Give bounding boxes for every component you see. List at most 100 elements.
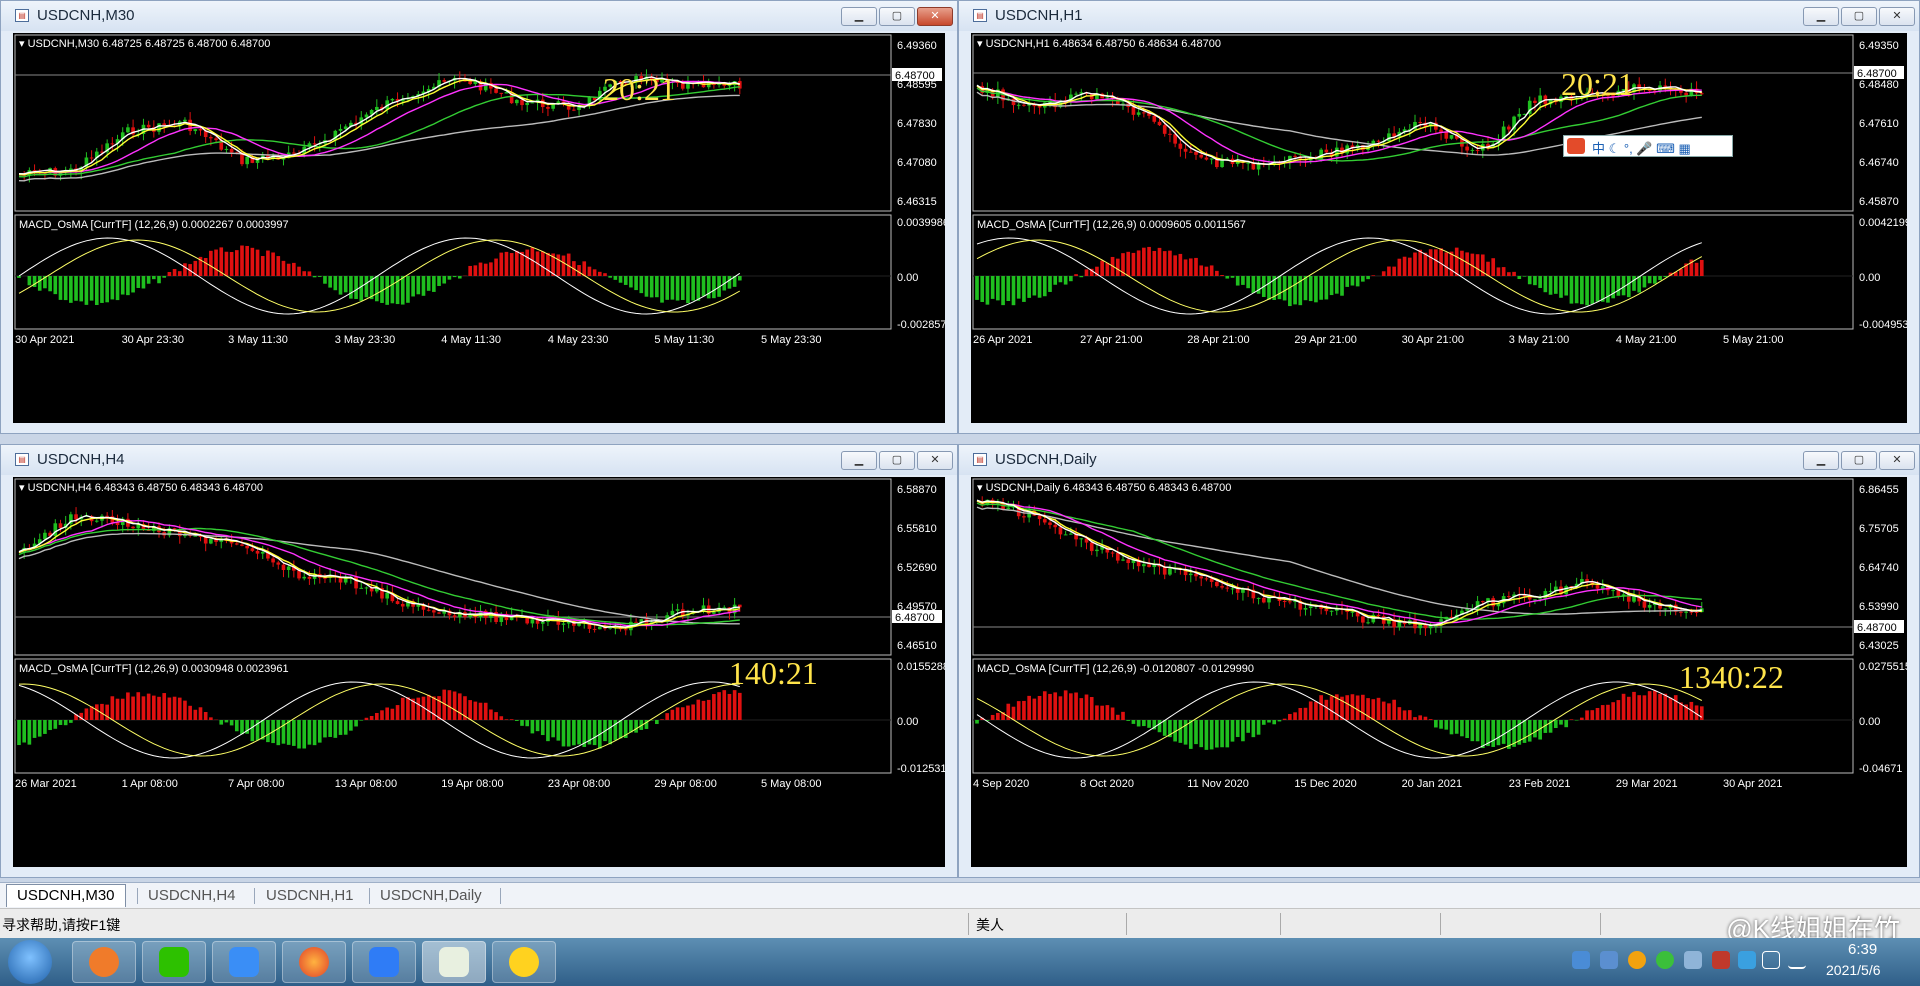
chart-area[interactable]: ▾ USDCNH,M30 6.48725 6.48725 6.48700 6.4… [13,33,945,423]
macd-bar [468,265,472,276]
maximize-button[interactable]: ▢ [1841,451,1877,470]
minimize-button[interactable]: ▁ [1803,7,1839,26]
maximize-button[interactable]: ▢ [879,451,915,470]
tab-usdcnh-h1[interactable]: USDCNH,H1 [256,885,364,907]
tray-icon[interactable] [1628,951,1646,969]
candle-body [1136,112,1141,115]
macd-bar [1032,698,1037,720]
price-axis-label: 6.47610 [1859,118,1899,130]
macd-bar [1606,276,1610,303]
macd-bar [1027,695,1031,720]
taskbar-app-button[interactable] [142,941,206,983]
macd-bar [530,720,535,734]
macd-bar [1256,720,1261,735]
tray-icon[interactable] [1738,951,1756,969]
macd-bar [1136,250,1141,276]
maximize-button[interactable]: ▢ [879,7,915,26]
window-titlebar[interactable]: ▤ USDCNH,H4 ▁ ▢ ✕ [1,445,957,475]
macd-bar [1428,249,1433,276]
tab-usdcnh-h4[interactable]: USDCNH,H4 [138,885,246,907]
taskbar-app-button[interactable] [352,941,416,983]
macd-bar [1616,276,1621,296]
close-button[interactable]: ✕ [917,7,953,26]
macd-bar [1595,707,1600,720]
volume-icon[interactable] [1762,951,1780,969]
candle-body [1069,533,1073,535]
candle-body [1204,578,1209,580]
macd-bar [1131,252,1136,276]
shield-icon[interactable] [1600,951,1618,969]
macd-bar [209,250,213,276]
macd-bar [680,707,685,720]
macd-bar [53,276,58,295]
candle-body [1533,100,1537,104]
tray-icon[interactable] [1572,951,1590,969]
tab-usdcnh-daily[interactable]: USDCNH,Daily [370,885,492,907]
macd-bar [1100,260,1104,276]
candle-body [1329,610,1334,612]
candle-body [1475,149,1480,151]
macd-bar [1496,267,1501,276]
meeting-icon [369,947,399,977]
window-titlebar[interactable]: ▤ USDCNH,M30 ▁ ▢ ✕ [1,1,957,31]
chart-window-daily[interactable]: ▤ USDCNH,Daily ▁ ▢ ✕ ▾ USDCNH,Daily 6.48… [958,444,1920,878]
close-button[interactable]: ✕ [1879,451,1915,470]
wechat-tray-icon[interactable] [1656,951,1674,969]
close-button[interactable]: ✕ [1879,7,1915,26]
minimize-button[interactable]: ▁ [841,451,877,470]
close-button[interactable]: ✕ [917,451,953,470]
chart-window-m30[interactable]: ▤ USDCNH,M30 ▁ ▢ ✕ ▾ USDCNH,M30 6.48725 … [0,0,958,434]
chart-workspace: ▤ USDCNH,M30 ▁ ▢ ✕ ▾ USDCNH,M30 6.48725 … [0,0,1920,882]
time-axis-label: 20 Jan 2021 [1402,778,1463,790]
chart-window-h4[interactable]: ▤ USDCNH,H4 ▁ ▢ ✕ ▾ USDCNH,H4 6.48343 6.… [0,444,958,878]
window-titlebar[interactable]: ▤ USDCNH,H1 ▁ ▢ ✕ [959,1,1919,31]
taskbar-app-button[interactable] [492,941,556,983]
chart-area[interactable]: ▾ USDCNH,H4 6.48343 6.48750 6.48343 6.48… [13,477,945,867]
chart-window-h1[interactable]: ▤ USDCNH,H1 ▁ ▢ ✕ ▾ USDCNH,H1 6.48634 6.… [958,0,1920,434]
signal-icon[interactable] [1788,951,1806,969]
candle-body [1142,564,1146,567]
candle-body [540,622,545,624]
clock-time[interactable]: 6:39 [1848,941,1877,958]
macd-bar [515,250,519,276]
taskbar-app-button[interactable] [282,941,346,983]
minimize-button[interactable]: ▁ [841,7,877,26]
candle-body [245,156,249,165]
sogou-ime-icon[interactable] [1567,138,1585,154]
macd-bar [561,255,566,276]
macd-bar [328,276,332,288]
taskbar-app-button[interactable] [212,941,276,983]
candle-body [1465,146,1469,151]
network-icon[interactable] [1684,951,1702,969]
clock-date[interactable]: 2021/5/6 [1826,962,1881,978]
maximize-button[interactable]: ▢ [1841,7,1877,26]
taskbar-app-button[interactable] [422,941,486,983]
macd-bar [556,720,561,741]
chart-area[interactable]: ▾ USDCNH,Daily 6.48343 6.48750 6.48343 6… [971,477,1907,867]
candle-body [302,576,307,579]
candle-body [1507,596,1511,598]
macd-bar [1658,276,1662,281]
window-titlebar[interactable]: ▤ USDCNH,Daily ▁ ▢ ✕ [959,445,1919,475]
price-chart[interactable]: ▾ USDCNH,M30 6.48725 6.48725 6.48700 6.4… [13,33,945,423]
macd-bar [1282,718,1287,720]
chart-area[interactable]: ▾ USDCNH,H1 6.48634 6.48750 6.48634 6.48… [971,33,1907,423]
ime-toolbar[interactable]: 中 ☾ °, 🎤 ⌨ ▦ [1563,135,1733,157]
price-chart[interactable]: ▾ USDCNH,H1 6.48634 6.48750 6.48634 6.48… [971,33,1907,423]
macd-bar [333,720,338,738]
taskbar-app-button[interactable] [72,941,136,983]
macd-bar [686,276,690,304]
macd-bar [162,276,167,278]
macd-bar [504,251,509,276]
macd-bar [478,702,483,720]
candle-body [1142,112,1146,114]
ime-status-icons[interactable]: 中 ☾ °, 🎤 ⌨ ▦ [1592,138,1691,157]
tab-usdcnh-m30[interactable]: USDCNH,M30 [6,884,126,907]
macd-bar [577,265,581,276]
minimize-button[interactable]: ▁ [1803,451,1839,470]
candle-body [722,607,727,609]
start-button-icon[interactable] [8,940,52,984]
macd-bar [229,251,234,276]
macd-bar [494,258,498,276]
tray-icon[interactable] [1712,951,1730,969]
